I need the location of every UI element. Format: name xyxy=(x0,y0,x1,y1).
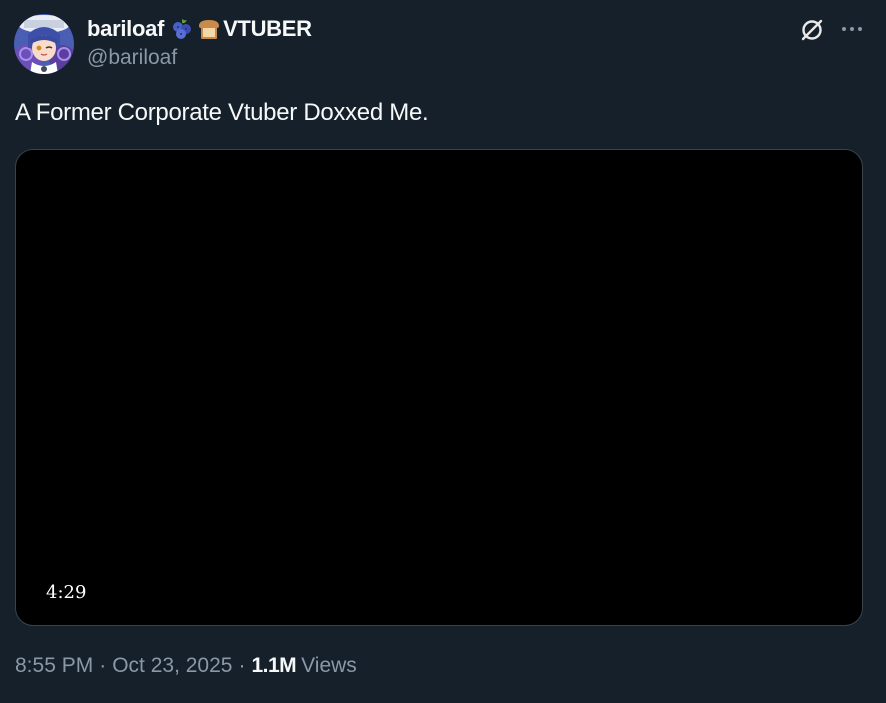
author-handle[interactable]: @bariloaf xyxy=(87,46,177,70)
avatar[interactable] xyxy=(14,14,74,74)
display-name-suffix: VTUBER xyxy=(223,16,312,41)
author-display-name[interactable]: bariloaf VTUBER xyxy=(87,16,312,42)
tweet-meta: 8:55 PM · Oct 23, 2025 · 1.1M Views xyxy=(15,654,357,678)
tweet-time[interactable]: 8:55 PM xyxy=(15,654,93,678)
grok-icon xyxy=(801,19,823,41)
grok-button[interactable] xyxy=(797,15,827,45)
avatar-image xyxy=(14,14,74,74)
video-duration: 4:29 xyxy=(46,582,87,603)
tweet-date[interactable]: Oct 23, 2025 xyxy=(112,654,232,678)
more-dots-icon xyxy=(842,27,862,31)
tweet-text: A Former Corporate Vtuber Doxxed Me. xyxy=(15,99,429,126)
views-count: 1.1M xyxy=(251,654,297,677)
blueberries-icon xyxy=(170,17,194,41)
video-player[interactable]: 4:29 xyxy=(15,149,863,626)
display-name-text: bariloaf xyxy=(87,16,165,41)
bread-icon xyxy=(196,17,222,41)
views-label: Views xyxy=(301,654,357,677)
meta-separator: · xyxy=(238,654,246,677)
meta-separator: · xyxy=(99,654,107,677)
more-options-button[interactable] xyxy=(837,15,867,43)
